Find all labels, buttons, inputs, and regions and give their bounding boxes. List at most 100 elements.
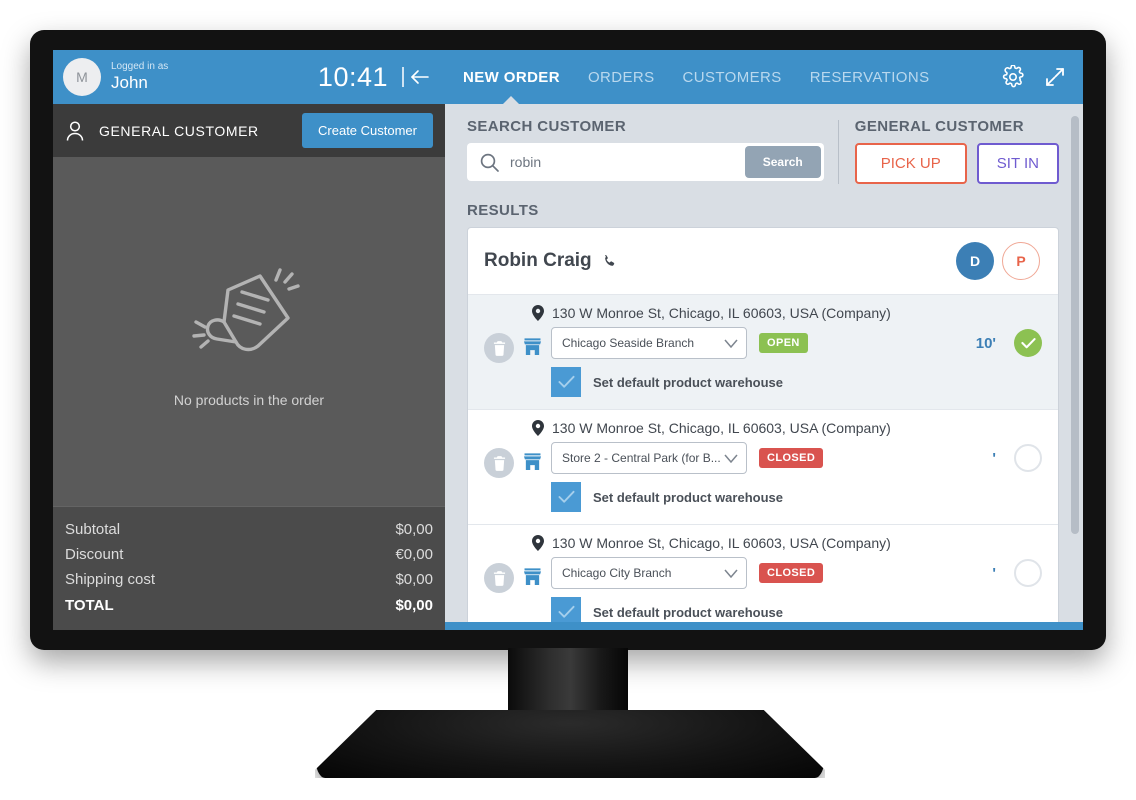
empty-order-state: No products in the order [53, 157, 445, 506]
user-icon [66, 120, 84, 141]
check-icon [1020, 338, 1036, 349]
delivery-badge[interactable]: D [956, 242, 994, 280]
vertical-scrollbar-thumb[interactable] [1071, 116, 1079, 534]
general-customer-section-label: GENERAL CUSTOMER [854, 118, 1024, 135]
phone-icon[interactable] [602, 254, 617, 269]
results-scroll-area[interactable]: SEARCH CUSTOMER Search [445, 104, 1083, 622]
results-content: SEARCH CUSTOMER Search [445, 118, 1083, 622]
delete-address-button[interactable] [484, 333, 514, 363]
vertical-scrollbar[interactable] [1071, 116, 1079, 622]
pick-up-button[interactable]: PICK UP [854, 143, 967, 184]
address-body: Chicago Seaside Branch OPEN 10' Set defa… [484, 327, 1042, 397]
address-controls: Store 2 - Central Park (for B... CLOSED … [551, 442, 1042, 512]
default-warehouse-line: Set default product warehouse [551, 367, 1042, 397]
address-text: 130 W Monroe St, Chicago, IL 60603, USA … [552, 535, 891, 551]
total-row: Discount €0,00 [65, 542, 433, 567]
avatar-initial: M [76, 69, 88, 85]
customer-card-badges: D P [956, 242, 1040, 280]
location-pin-icon [532, 420, 544, 436]
customer-card-header: Robin Craig D P [468, 228, 1058, 294]
monitor-frame: M Logged in as John 10:41 GENERAL CUSTOM… [30, 30, 1106, 650]
tab-new-order[interactable]: NEW ORDER [463, 69, 560, 86]
status-badge: CLOSED [759, 448, 824, 468]
chevron-down-icon [724, 339, 738, 348]
horizontal-scrollbar[interactable] [445, 622, 1083, 630]
section-divider [837, 120, 839, 184]
chevron-down-icon [724, 569, 738, 578]
avatar[interactable]: M [63, 58, 101, 96]
grand-total-row: TOTAL $0,00 [65, 592, 433, 618]
address-controls: Chicago Seaside Branch OPEN 10' Set defa… [551, 327, 1042, 397]
nav-icon-group [1001, 65, 1067, 89]
address-row: 130 W Monroe St, Chicago, IL 60603, USA … [468, 409, 1058, 524]
warehouse-select-line: Chicago City Branch CLOSED ' [551, 557, 1042, 589]
search-icon [480, 153, 499, 172]
general-customer-section: GENERAL CUSTOMER PICK UP SIT IN [854, 118, 1059, 184]
trash-icon [493, 340, 505, 356]
address-row: 130 W Monroe St, Chicago, IL 60603, USA … [468, 524, 1058, 622]
search-customer-label: SEARCH CUSTOMER [467, 118, 627, 135]
address-line: 130 W Monroe St, Chicago, IL 60603, USA … [484, 420, 1042, 436]
select-address-toggle[interactable] [1014, 559, 1042, 587]
address-text: 130 W Monroe St, Chicago, IL 60603, USA … [552, 305, 891, 321]
default-warehouse-label: Set default product warehouse [593, 604, 783, 620]
address-body: Chicago City Branch CLOSED ' Set default… [484, 557, 1042, 622]
eta-value: 10' [975, 334, 996, 352]
sit-in-button[interactable]: SIT IN [976, 143, 1059, 184]
tab-customers[interactable]: CUSTOMERS [683, 69, 782, 86]
default-warehouse-line: Set default product warehouse [551, 482, 1042, 512]
customer-result-card: Robin Craig D P 130 W Monroe St, Chicago… [467, 227, 1059, 622]
create-customer-button[interactable]: Create Customer [302, 113, 433, 148]
warehouse-select-line: Store 2 - Central Park (for B... CLOSED … [551, 442, 1042, 474]
location-pin-icon [532, 305, 544, 321]
clock: 10:41 [317, 61, 388, 92]
general-customer-actions: PICK UP SIT IN [854, 143, 1059, 184]
search-customer-section: SEARCH CUSTOMER Search [467, 118, 838, 181]
total-row: Subtotal $0,00 [65, 517, 433, 542]
tab-orders[interactable]: ORDERS [588, 69, 655, 86]
customer-bar: GENERAL CUSTOMER Create Customer [53, 104, 445, 157]
expand-arrows-icon[interactable] [1043, 65, 1067, 89]
warehouse-select[interactable]: Chicago Seaside Branch [551, 327, 747, 359]
gear-icon[interactable] [1001, 65, 1025, 89]
address-controls: Chicago City Branch CLOSED ' Set default… [551, 557, 1042, 622]
user-header-bar: M Logged in as John 10:41 [53, 50, 445, 104]
login-info: Logged in as John [111, 61, 168, 92]
warehouse-select[interactable]: Chicago City Branch [551, 557, 747, 589]
total-value: €0,00 [395, 546, 433, 563]
eta-value: ' [992, 449, 996, 467]
address-text: 130 W Monroe St, Chicago, IL 60603, USA … [552, 420, 891, 436]
pickup-badge[interactable]: P [1002, 242, 1040, 280]
default-warehouse-checkbox[interactable] [551, 367, 581, 397]
collapse-panel-icon[interactable] [402, 67, 429, 87]
default-warehouse-line: Set default product warehouse [551, 597, 1042, 622]
store-icon [523, 337, 542, 356]
grand-total-label: TOTAL [65, 597, 114, 614]
top-navigation: NEW ORDER ORDERS CUSTOMERS RESERVATIONS [445, 50, 1083, 104]
select-address-toggle[interactable] [1014, 444, 1042, 472]
total-value: $0,00 [395, 521, 433, 538]
total-row: Shipping cost $0,00 [65, 567, 433, 592]
warehouse-select[interactable]: Store 2 - Central Park (for B... [551, 442, 747, 474]
default-warehouse-checkbox[interactable] [551, 482, 581, 512]
delete-address-button[interactable] [484, 563, 514, 593]
order-panel: M Logged in as John 10:41 GENERAL CUSTOM… [53, 50, 445, 630]
check-icon [557, 375, 575, 388]
collapse-bar [402, 67, 404, 87]
grand-total-value: $0,00 [395, 597, 433, 614]
eta-value: ' [992, 564, 996, 582]
select-address-toggle[interactable] [1014, 329, 1042, 357]
check-icon [557, 605, 575, 618]
default-warehouse-label: Set default product warehouse [593, 374, 783, 390]
order-totals: Subtotal $0,00 Discount €0,00 Shipping c… [53, 506, 445, 630]
left-arrow-icon [411, 70, 429, 84]
search-button[interactable]: Search [744, 146, 821, 178]
delete-address-button[interactable] [484, 448, 514, 478]
search-box[interactable]: Search [467, 143, 824, 181]
search-input[interactable] [510, 154, 745, 170]
default-warehouse-label: Set default product warehouse [593, 489, 783, 505]
address-row: 130 W Monroe St, Chicago, IL 60603, USA … [468, 294, 1058, 409]
store-icon [523, 452, 542, 471]
tab-reservations[interactable]: RESERVATIONS [810, 69, 930, 86]
default-warehouse-checkbox[interactable] [551, 597, 581, 622]
